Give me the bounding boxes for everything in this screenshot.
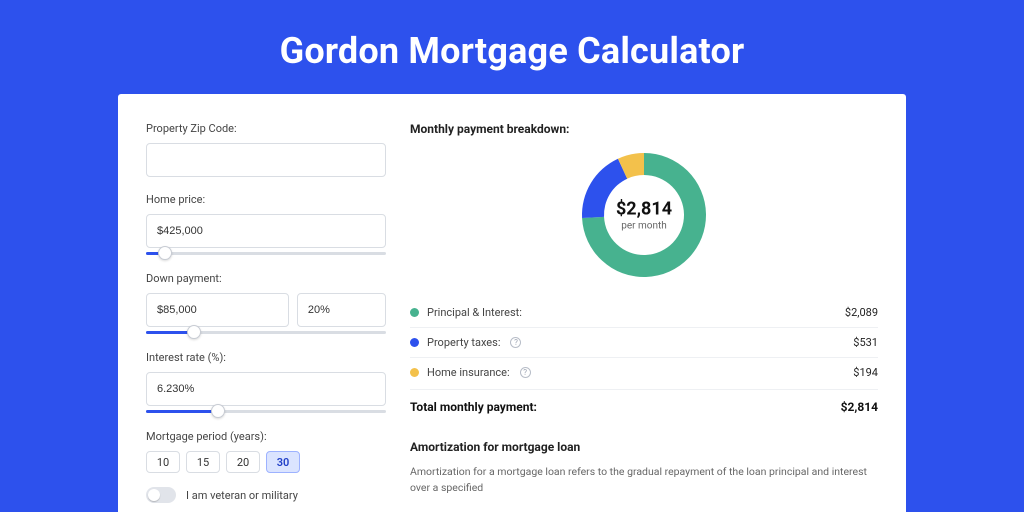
veteran-row: I am veteran or military <box>146 487 386 503</box>
veteran-toggle[interactable] <box>146 487 176 503</box>
period-options: 10 15 20 30 <box>146 451 386 473</box>
down-payment-input[interactable] <box>146 293 289 327</box>
amortization-text: Amortization for a mortgage loan refers … <box>410 464 878 496</box>
legend-row: Property taxes:? $531 <box>410 328 878 358</box>
down-payment-group: Down payment: <box>146 272 386 341</box>
donut-sublabel: per month <box>616 221 672 232</box>
veteran-label: I am veteran or military <box>186 489 298 502</box>
breakdown-legend: Principal & Interest: $2,089 Property taxe… <box>410 298 878 387</box>
results-panel: Monthly payment breakdown: $2,814 per mo… <box>410 122 878 512</box>
interest-group: Interest rate (%): <box>146 351 386 420</box>
total-value: $2,814 <box>841 400 878 414</box>
page-title: Gordon Mortgage Calculator <box>0 0 1024 94</box>
info-icon[interactable]: ? <box>510 337 521 348</box>
breakdown-title: Monthly payment breakdown: <box>410 122 878 136</box>
inputs-panel: Property Zip Code: Home price: Down paym… <box>146 122 386 512</box>
donut-chart-area: $2,814 per month <box>410 150 878 280</box>
legend-value: $2,089 <box>845 306 878 319</box>
legend-label: Property taxes: <box>427 336 500 349</box>
legend-label: Principal & Interest: <box>427 306 522 319</box>
legend-value: $194 <box>853 366 878 379</box>
legend-dot <box>410 368 419 377</box>
period-label: Mortgage period (years): <box>146 430 386 443</box>
total-label: Total monthly payment: <box>410 400 537 414</box>
period-option-10[interactable]: 10 <box>146 451 180 473</box>
legend-row: Principal & Interest: $2,089 <box>410 298 878 328</box>
legend-label: Home insurance: <box>427 366 510 379</box>
period-option-15[interactable]: 15 <box>186 451 220 473</box>
amortization-title: Amortization for mortgage loan <box>410 440 878 454</box>
total-row: Total monthly payment: $2,814 <box>410 389 878 430</box>
home-price-input[interactable] <box>146 214 386 248</box>
home-price-slider[interactable] <box>146 246 386 262</box>
legend-dot <box>410 338 419 347</box>
interest-label: Interest rate (%): <box>146 351 386 364</box>
donut-value: $2,814 <box>616 199 672 220</box>
down-payment-label: Down payment: <box>146 272 386 285</box>
slider-thumb[interactable] <box>211 404 225 418</box>
down-payment-slider[interactable] <box>146 325 386 341</box>
donut-chart: $2,814 per month <box>579 150 709 280</box>
zip-label: Property Zip Code: <box>146 122 386 135</box>
legend-value: $531 <box>853 336 878 349</box>
home-price-label: Home price: <box>146 193 386 206</box>
period-option-20[interactable]: 20 <box>226 451 260 473</box>
zip-group: Property Zip Code: <box>146 122 386 177</box>
down-payment-pct-input[interactable] <box>297 293 386 327</box>
legend-dot <box>410 308 419 317</box>
slider-thumb[interactable] <box>158 246 172 260</box>
calculator-card: Property Zip Code: Home price: Down paym… <box>118 94 906 512</box>
legend-row: Home insurance:? $194 <box>410 358 878 387</box>
info-icon[interactable]: ? <box>520 367 531 378</box>
interest-input[interactable] <box>146 372 386 406</box>
interest-slider[interactable] <box>146 404 386 420</box>
home-price-group: Home price: <box>146 193 386 262</box>
zip-input[interactable] <box>146 143 386 177</box>
slider-thumb[interactable] <box>187 325 201 339</box>
period-group: Mortgage period (years): 10 15 20 30 <box>146 430 386 473</box>
period-option-30[interactable]: 30 <box>266 451 300 473</box>
